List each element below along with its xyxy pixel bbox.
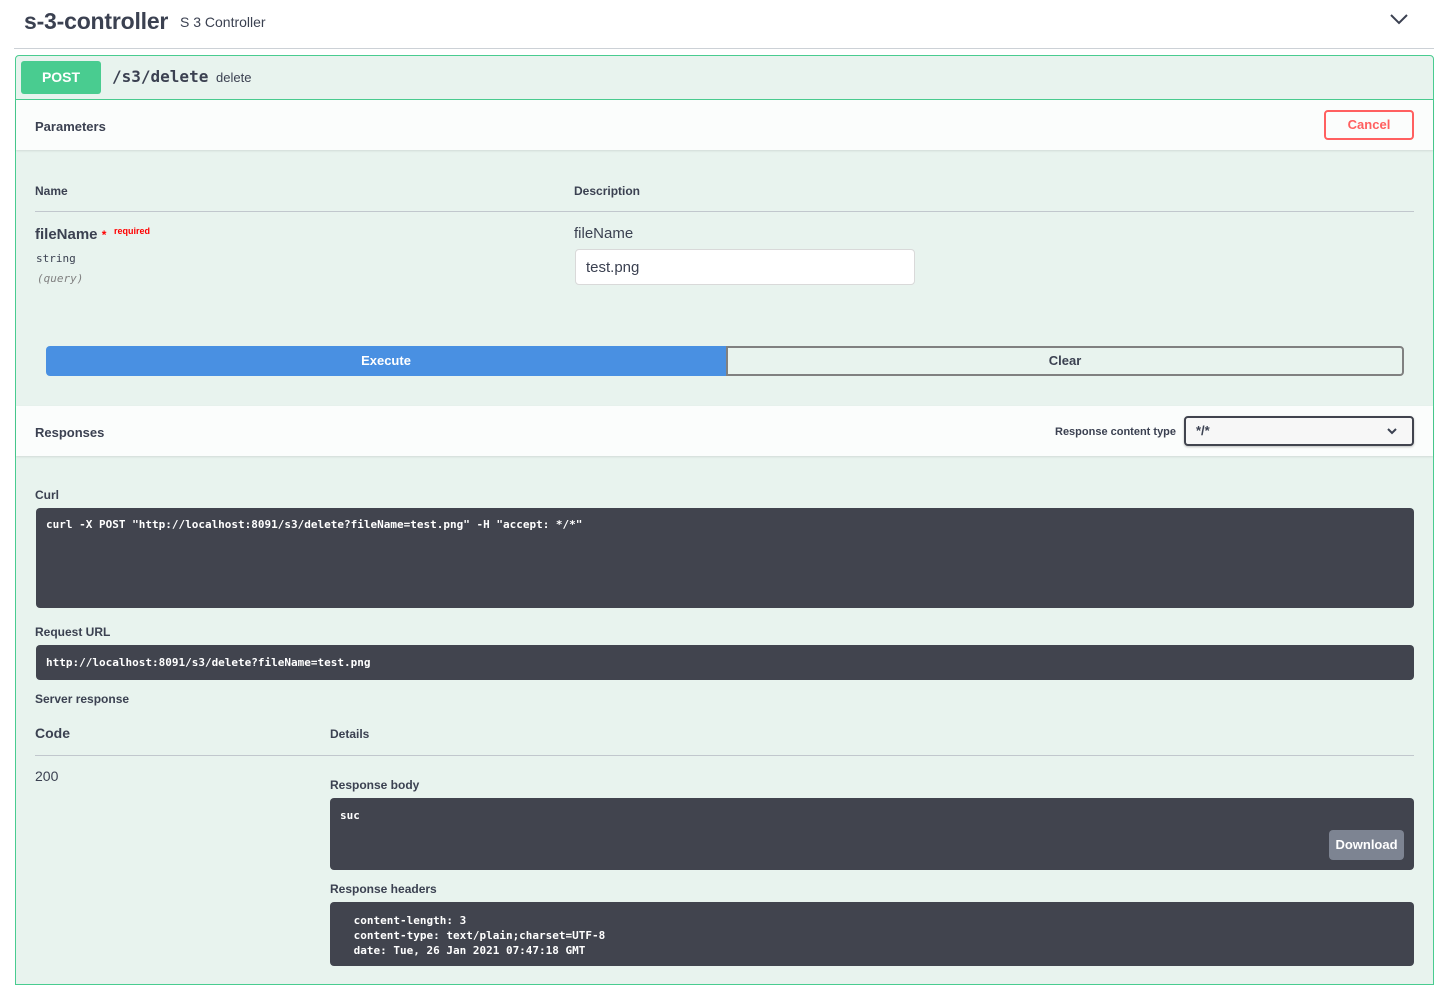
parameter-name-text: fileName: [35, 226, 98, 243]
parameter-type: string: [36, 252, 76, 265]
curl-label: Curl: [35, 488, 59, 502]
parameters-title: Parameters: [35, 119, 106, 134]
operation-path[interactable]: /s3/delete: [112, 67, 208, 86]
curl-command[interactable]: curl -X POST "http://localhost:8091/s3/d…: [36, 508, 1414, 608]
response-details-header: Details: [330, 727, 370, 741]
select-chevron-icon[interactable]: [1386, 425, 1398, 437]
chevron-down-icon[interactable]: [1388, 10, 1410, 28]
execute-button[interactable]: Execute: [46, 346, 726, 376]
clear-button[interactable]: Clear: [726, 346, 1404, 376]
method-badge[interactable]: POST: [21, 61, 101, 94]
parameters-header: [16, 100, 1433, 150]
column-description-header: Description: [574, 184, 641, 198]
parameter-name: fileName *: [35, 226, 106, 243]
required-star: *: [101, 228, 107, 242]
download-button[interactable]: Download: [1329, 830, 1404, 860]
column-name-header: Name: [35, 184, 68, 198]
response-content-type-select[interactable]: */*: [1184, 416, 1414, 446]
response-headers-label: Response headers: [330, 882, 437, 896]
operation-summary[interactable]: delete: [216, 70, 251, 85]
controller-description: S 3 Controller: [180, 14, 266, 30]
server-response-label: Server response: [35, 692, 130, 706]
header-divider: [14, 48, 1434, 49]
parameter-description: fileName: [574, 225, 634, 242]
response-status-code: 200: [35, 768, 59, 784]
cancel-button[interactable]: Cancel: [1324, 110, 1414, 140]
response-headers[interactable]: content-length: 3 content-type: text/pla…: [330, 902, 1414, 966]
parameters-table-divider: [35, 211, 1414, 212]
response-table-divider: [35, 755, 1414, 756]
response-code-header: Code: [35, 725, 70, 741]
responses-title: Responses: [35, 425, 105, 440]
parameter-location: (query): [37, 272, 84, 285]
response-body[interactable]: suc: [330, 798, 1414, 870]
filename-input[interactable]: [575, 249, 915, 285]
required-label: required: [114, 226, 151, 236]
request-url-value[interactable]: http://localhost:8091/s3/delete?fileName…: [36, 645, 1414, 680]
request-url-label: Request URL: [35, 625, 111, 639]
response-body-label: Response body: [330, 778, 420, 792]
response-content-type-label: Response content type: [1055, 426, 1177, 438]
controller-title[interactable]: s-3-controller: [24, 8, 168, 35]
